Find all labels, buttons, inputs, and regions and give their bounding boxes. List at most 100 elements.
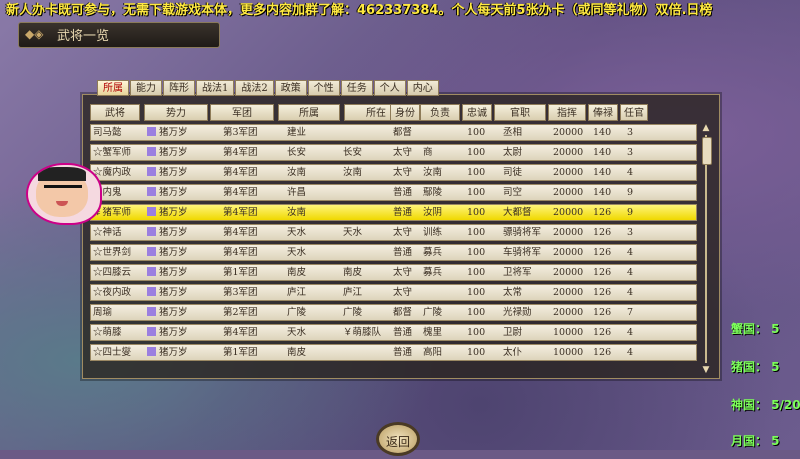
force-color-icon [147,327,156,336]
tab-9[interactable]: 内心 [406,80,439,96]
cell-office: 太常 [503,287,523,298]
side-stat: 神国： 5/20 [731,398,800,412]
tab-8[interactable]: 个人 [373,80,406,96]
column-header-7[interactable]: 忠诚 [462,104,492,121]
cell-belong: 天水 [287,327,307,338]
cell-loc: ￥萌膝队 [343,327,382,338]
cell-rank: 太守 [393,167,413,178]
scroll-thumb[interactable] [702,137,712,165]
cell-force: 猪万岁 [147,145,188,160]
column-header-9[interactable]: 指挥 [548,104,586,121]
cell-loyal: 100 [467,247,486,258]
avatar-glasses [44,185,82,197]
cell-duty: 槐里 [423,327,443,338]
table-row[interactable]: ☆萌膝 猪万岁 第4军团 天水 ￥萌膝队 普通 槐里 100 卫尉 10000 126 4 [90,324,697,341]
table-row[interactable]: ☆夜内政 猪万岁 第3军团 庐江 庐江 太守 100 太常 20000 126 4 [90,284,697,301]
cell-force: 猪万岁 [147,305,188,320]
cell-force: 猪万岁 [147,245,188,260]
cell-office: 骠骑将军 [503,227,542,238]
cell-cmd: 20000 [553,247,584,258]
scrollbar[interactable]: ▲ ▼ [700,123,712,375]
cell-cmd: 20000 [553,147,584,158]
cell-duty: 汝南 [423,167,443,178]
table-row[interactable]: ☆四膝云 猪万岁 第1军团 南皮 南皮 太守 募兵 100 卫将军 20000 126 4 [90,264,697,281]
cell-loyal: 100 [467,347,486,358]
column-header-3[interactable]: 所属 [278,104,340,121]
cell-cmd: 10000 [553,347,584,358]
table-row[interactable]: ☆神话 猪万岁 第4军团 天水 天水 太守 训练 100 骠骑将军 20000 126 3 [90,224,697,241]
cell-corps: 第4军团 [223,147,258,158]
force-color-icon [147,247,156,256]
cell-force: 猪万岁 [147,225,188,240]
cell-term: 7 [627,307,634,318]
cell-force: 猪万岁 [147,265,188,280]
column-header-2[interactable]: 军团 [210,104,274,121]
column-header-10[interactable]: 俸禄 [588,104,618,121]
tab-1[interactable]: 能力 [130,80,162,96]
table-row[interactable]: ☆蟹军师 猪万岁 第4军团 长安 长安 太守商 100 太尉 20000 140 3 [90,144,697,161]
tab-3[interactable]: 战法1 [196,80,235,96]
cell-office: 卫尉 [503,327,523,338]
cell-term: 4 [627,287,634,298]
column-header-6[interactable]: 负责 [420,104,460,121]
cell-pay: 126 [593,347,612,358]
cell-rank: 普通 [393,347,413,358]
cell-pay: 126 [593,227,612,238]
side-stat: 月国： 5 [731,434,780,448]
cell-pay: 126 [593,247,612,258]
cell-cmd: 20000 [553,287,584,298]
cell-loc: 南皮 [343,267,363,278]
table-row[interactable]: 周瑜 猪万岁 第2军团 广陵 广陵 都督 广陵 100 光禄勋 20000 126 7 [90,304,697,321]
tab-7[interactable]: 任务 [340,80,373,96]
cell-term: 4 [627,327,634,338]
cell-belong: 建业 [287,127,307,138]
table-row[interactable]: 司马懿 猪万岁 第3军团 建业 都督 100 丞相 20000 140 3 [90,124,697,141]
column-header-0[interactable]: 武将 [90,104,140,121]
cell-belong: 汝南 [287,167,307,178]
cell-belong: 广陵 [287,307,307,318]
tab-2[interactable]: 阵形 [163,80,195,96]
cell-loc: 广陵 [343,307,363,318]
table-row[interactable]: ☆魔内政 猪万岁 第4军团 汝南 汝南 太守 汝南 100 司徒 20000 140 4 [90,164,697,181]
cell-loyal: 100 [467,227,486,238]
column-header-8[interactable]: 官职 [494,104,546,121]
cell-loc: 长安 [343,147,363,158]
cell-duty: 募兵 [423,267,443,278]
tab-6[interactable]: 个性 [307,80,340,96]
cell-loyal: 100 [467,127,486,138]
column-header-1[interactable]: 势力 [144,104,208,121]
column-header-5[interactable]: 身份 [390,104,420,121]
cell-cmd: 20000 [553,267,584,278]
cell-cmd: 20000 [553,227,584,238]
table-row[interactable]: ￥猪军师 猪万岁 第4军团 汝南 普通 汝阴 100 大都督 20000 126 9 [90,204,697,221]
column-header-11[interactable]: 任官 [620,104,648,121]
force-color-icon [147,207,156,216]
cell-corps: 第4军团 [223,167,258,178]
cell-duty: 广陵 [423,307,443,318]
cell-loyal: 100 [467,307,486,318]
cell-term: 9 [627,207,634,218]
cell-force: 猪万岁 [147,285,188,300]
cell-loc: 汝南 [343,167,363,178]
tab-0[interactable]: 所属 [97,80,129,96]
cell-office: 车骑将军 [503,247,542,258]
table-row[interactable]: ￥内鬼 猪万岁 第4军团 许昌 普通 鄢陵 100 司空 20000 140 9 [90,184,697,201]
cell-cmd: 20000 [553,307,584,318]
force-color-icon [147,167,156,176]
tab-4[interactable]: 战法2 [235,80,274,96]
back-button[interactable]: 返回 [376,422,420,456]
cell-term: 3 [627,227,634,238]
tab-5[interactable]: 政策 [274,80,307,96]
cell-duty: 高阳 [423,347,443,358]
cell-rank: 太守 [393,147,413,158]
scroll-down-icon[interactable]: ▼ [701,365,711,375]
cell-cmd: 20000 [553,167,584,178]
cell-cmd: 20000 [553,187,584,198]
table-row[interactable]: ☆四士燮 猪万岁 第1军团 南皮 普通 高阳 100 太仆 10000 126 4 [90,344,697,361]
table-row[interactable]: ☆世界剑 猪万岁 第4军团 天水 普通 募兵 100 车骑将军 20000 126 4 [90,244,697,261]
scroll-up-icon[interactable]: ▲ [701,123,711,133]
cell-duty: 汝阴 [423,207,443,218]
scroll-track[interactable] [705,135,707,363]
cell-loc: 天水 [343,227,363,238]
cell-duty: 训练 [423,227,443,238]
